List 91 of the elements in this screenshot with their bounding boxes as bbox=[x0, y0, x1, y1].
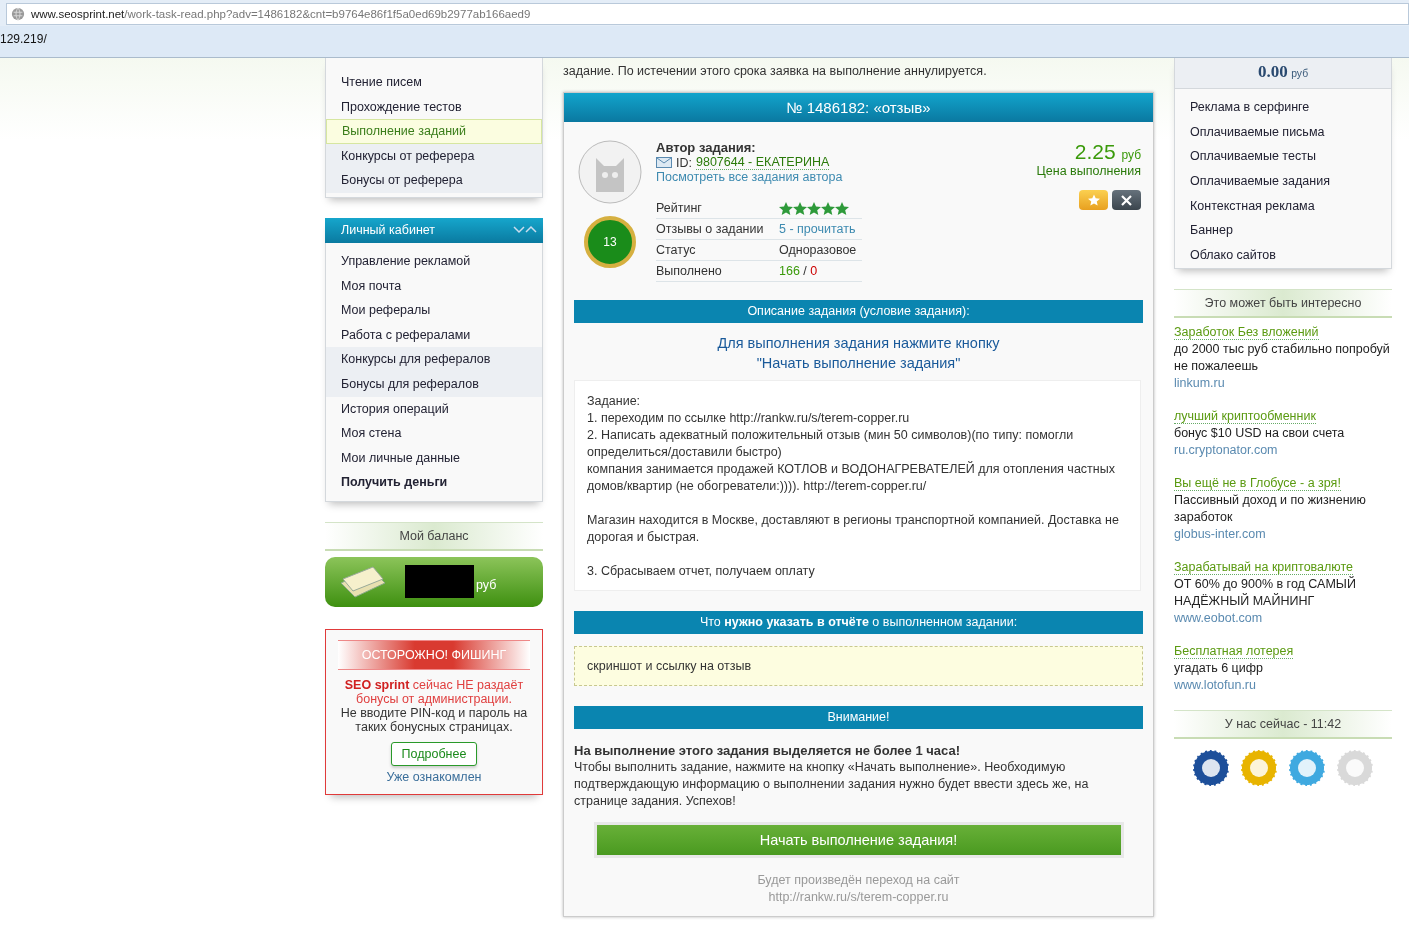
id-label: ID: bbox=[676, 155, 692, 170]
menu-item[interactable]: Контекстная реклама bbox=[1175, 193, 1391, 219]
address-bar[interactable]: www.seosprint.net/work-task-read.php?adv=1486182&cnt=b9764e86f1f5a0ed69b2977ab166aed9 bbox=[6, 3, 1409, 25]
description-text: Задание: bbox=[587, 393, 642, 410]
description-text: 2. Написать адекватный положительный отзыв (мин 50 символов)(по типу: помогли определиться/доставили быстро) bbox=[587, 427, 1075, 461]
attention-text: Чтобы выполнить задание, нажмите на кнопку «Начать выполнение». Необходимую подтверждающую информацию о выполнении задания нужно будет ввести здесь же, на странице задания. Успехов! bbox=[574, 759, 1090, 810]
status-text: 129.219/ bbox=[0, 32, 47, 46]
ad-domain[interactable]: www.eobot.com bbox=[1174, 609, 1392, 627]
stat-label: Отзывы о задании bbox=[656, 222, 765, 236]
menu-item[interactable]: Мои личные данные bbox=[326, 445, 542, 471]
redacted-block bbox=[405, 565, 474, 599]
ad-domain[interactable]: www.lotofun.ru bbox=[1174, 676, 1392, 694]
level-badge: 13 bbox=[584, 216, 636, 268]
menu-item[interactable]: Чтение писем bbox=[326, 70, 542, 95]
stat-label: Статус bbox=[656, 243, 697, 257]
ad-balance: 0.00 руб bbox=[1175, 58, 1391, 89]
close-icon bbox=[1121, 194, 1132, 206]
section-header: Внимание! bbox=[574, 706, 1143, 729]
cat-avatar-icon bbox=[578, 140, 642, 204]
attention-title: На выполнение этого задания выделяется не более 1 часа! bbox=[574, 742, 961, 759]
instruction-text: Для выполнения задания нажмите кнопку bbox=[716, 334, 1001, 353]
menu-item[interactable]: Выполнение заданий bbox=[326, 119, 542, 144]
stat-value: 166 / 0 bbox=[779, 264, 818, 278]
menu-item[interactable]: Моя стена bbox=[326, 421, 542, 446]
menu-item[interactable]: Прохождение тестов bbox=[326, 94, 542, 120]
ad-text: угадать 6 цифр bbox=[1174, 659, 1264, 677]
ad-title-link[interactable]: Заработок Без вложений bbox=[1174, 324, 1319, 340]
stat-label: Выполнено bbox=[656, 264, 723, 278]
task-title: № 1486182: «отзыв» bbox=[564, 93, 1153, 122]
description-text: компания занимается продажей КОТЛОВ и ВОДОНАГРЕВАТЕЛЕЙ для отопления частных домов/квартир (не обогреватели:)))). http://terem-copper.ru/ bbox=[587, 461, 1116, 495]
social-icon[interactable] bbox=[1192, 748, 1230, 787]
menu-item[interactable]: Управление рекламой bbox=[326, 248, 542, 274]
menu-item[interactable]: Оплачиваемые задания bbox=[1175, 169, 1391, 194]
ad-text: Пассивный доход и по жизнению заработок bbox=[1174, 491, 1367, 526]
close-button[interactable] bbox=[1112, 190, 1141, 210]
menu-item[interactable]: Мои рефералы bbox=[326, 298, 542, 323]
menu-item[interactable]: Конкурсы от реферера bbox=[326, 143, 542, 169]
collapse-icon[interactable] bbox=[513, 225, 537, 236]
section-header: Это может быть интересно bbox=[1174, 288, 1392, 318]
instruction-text: "Начать выполнение задания" bbox=[755, 354, 962, 373]
envelope-icon[interactable] bbox=[656, 157, 672, 168]
dismiss-link[interactable]: Уже ознакомлен bbox=[338, 769, 530, 784]
section-header: Описание задания (условие задания): bbox=[574, 300, 1143, 323]
menu-item[interactable]: Получить деньги bbox=[326, 470, 542, 495]
ad-title-link[interactable]: Вы ещё не в Глобусе - а зря! bbox=[1174, 475, 1341, 491]
author-label: Автор задания: bbox=[656, 140, 757, 155]
ad-text: бонус $10 USD на свои счета bbox=[1174, 424, 1346, 442]
currency-label: руб bbox=[476, 577, 497, 592]
ad-text: до 2000 тыс руб стабильно попробуй не пожалеешь bbox=[1174, 340, 1391, 375]
stat-label: Рейтинг bbox=[656, 201, 703, 215]
menu-item[interactable]: История операций bbox=[326, 396, 542, 422]
menu-item[interactable]: Оплачиваемые тесты bbox=[1175, 144, 1391, 170]
menu-item[interactable]: Облако сайтов bbox=[1175, 243, 1391, 268]
star-icon bbox=[1087, 194, 1100, 206]
redirect-note: Будет произведён переход на сайт bbox=[756, 872, 961, 889]
notice-text: задание. По истечении этого срока заявка на выполнение аннулируется. bbox=[563, 63, 988, 80]
description-text: 3. Сбрасываем отчет, получаем оплату bbox=[587, 563, 816, 580]
more-button[interactable]: Подробнее bbox=[390, 741, 478, 766]
menu-item[interactable]: Работа с рефералами bbox=[326, 322, 542, 348]
menu-item[interactable]: Реклама в серфинге bbox=[1175, 95, 1391, 120]
section-header: Что нужно указать в отчёте о выполненном задании: bbox=[574, 611, 1143, 634]
author-tasks-link[interactable]: Посмотреть все задания автора bbox=[656, 170, 1037, 184]
warning-message: SEO sprint сейчас НЕ раздаёт бонусы от администрации. bbox=[343, 677, 525, 706]
price-label: Цена выполнения bbox=[1036, 164, 1141, 178]
panel-title: Личный кабинет bbox=[341, 223, 436, 238]
redirect-url: http://rankw.ru/s/terem-copper.ru bbox=[767, 889, 950, 906]
menu-item[interactable]: Оплачиваемые письма bbox=[1175, 119, 1391, 145]
reviews-link[interactable]: 5 - прочитать bbox=[779, 222, 856, 236]
report-requirement: скриншот и ссылку на отзыв bbox=[574, 646, 1143, 686]
globe-icon bbox=[11, 7, 25, 21]
price-text: 2.25 руб bbox=[1073, 140, 1141, 164]
ad-title-link[interactable]: Бесплатная лотерея bbox=[1174, 643, 1294, 659]
section-header: Мой баланс bbox=[325, 521, 543, 551]
ad-title-link[interactable]: Зарабатывай на криптовалюте bbox=[1174, 559, 1353, 575]
menu-item[interactable]: Конкурсы для рефералов bbox=[326, 347, 542, 372]
menu-item[interactable]: Баннер bbox=[1175, 218, 1391, 244]
warning-note: Не вводите PIN-код и пароль на таких бонусных страницах. bbox=[339, 705, 529, 734]
description-text: Магазин находится в Москве, доставляют в регионы транспортной компанией. Доставка не дорогая и быстрая. bbox=[587, 512, 1120, 546]
menu-item[interactable]: Бонусы от реферера bbox=[326, 168, 542, 193]
ad-domain[interactable]: linkum.ru bbox=[1174, 374, 1392, 392]
description-text: 1. переходим по ссылке http://rankw.ru/s/terem-copper.ru bbox=[587, 410, 911, 427]
ad-domain[interactable]: globus-inter.com bbox=[1174, 525, 1392, 543]
author-link[interactable]: 9807644 - ЕКАТЕРИНА bbox=[696, 155, 830, 170]
url-text: www.seosprint.net/work-task-read.php?adv=1486182&cnt=b9764e86f1f5a0ed69b2977ab166aed9 bbox=[31, 8, 531, 20]
ad-title-link[interactable]: лучший криптообменник bbox=[1174, 408, 1316, 424]
ad-domain[interactable]: ru.cryptonator.com bbox=[1174, 441, 1392, 459]
menu-item[interactable]: Бонусы для рефералов bbox=[326, 371, 542, 397]
ad-text: ОТ 60% до 900% в год САМЫЙ НАДЁЖНЫЙ МАЙНИНГ bbox=[1174, 575, 1357, 610]
stat-value: Одноразовое bbox=[779, 243, 857, 257]
clock-header: У нас сейчас - 11:42 bbox=[1174, 709, 1392, 739]
menu-item[interactable]: Моя почта bbox=[326, 273, 542, 299]
